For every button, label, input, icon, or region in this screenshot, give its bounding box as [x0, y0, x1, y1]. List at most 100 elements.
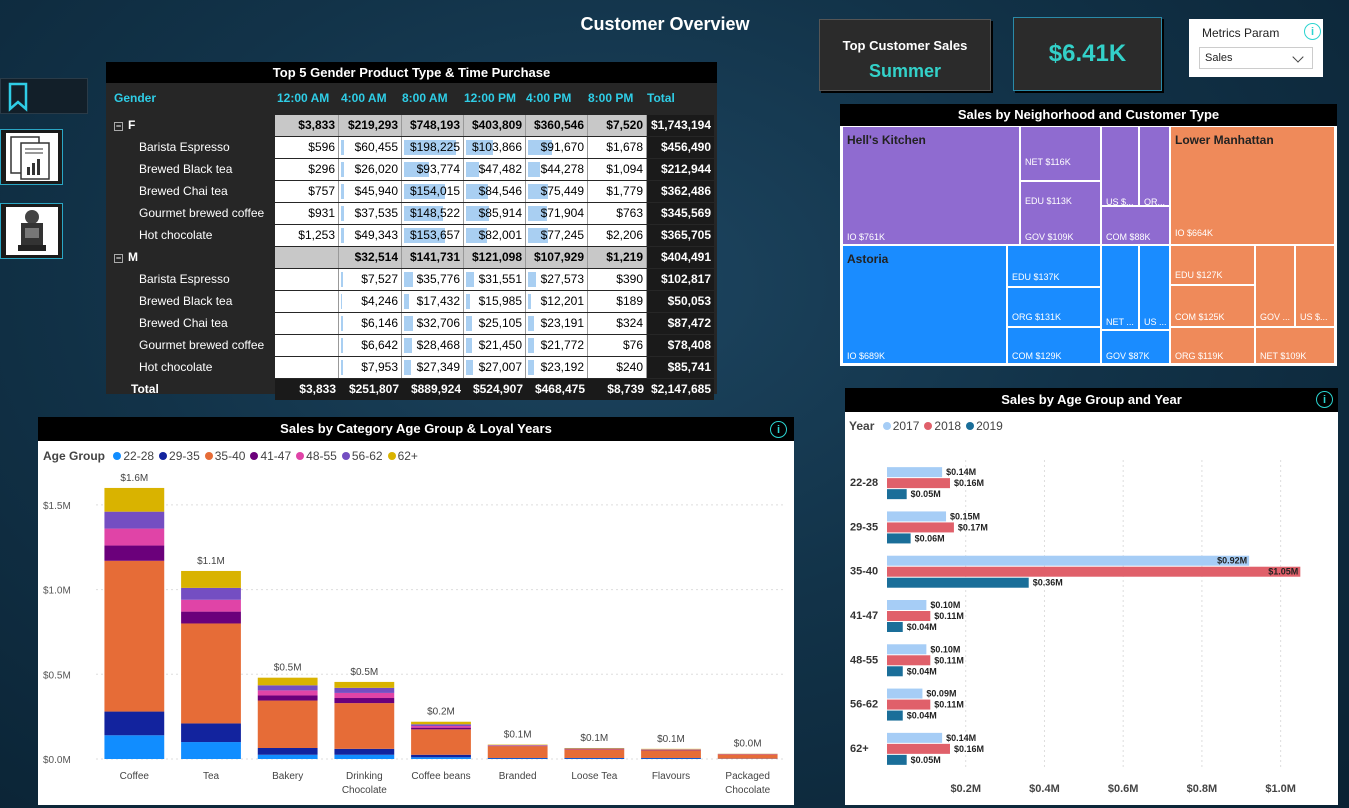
treemap: Hell's Kitchen IO $761K NET $116K EDU $1… [840, 126, 1337, 366]
bar-segment [181, 723, 241, 743]
bar [887, 666, 903, 677]
treemap-cell[interactable]: GOV ... [1255, 245, 1295, 327]
cell-value: $1,219 [606, 250, 643, 264]
cell-value: $45,940 [354, 184, 398, 198]
bookmark-button[interactable] [0, 78, 88, 114]
matrix-cell: $75,449 [526, 181, 588, 202]
cell-value: $153,657 [409, 228, 460, 242]
treemap-cell[interactable]: ORG $131K [1007, 287, 1101, 327]
y-tick-label: 35-40 [850, 566, 878, 578]
treemap-cell[interactable]: COM $129K [1007, 327, 1101, 364]
matrix-col-header[interactable]: Total [647, 91, 675, 105]
row-label-cell: Barista Espresso [139, 137, 271, 158]
bar-segment [104, 711, 165, 736]
group-label[interactable]: − M [114, 247, 271, 268]
bar [887, 533, 911, 544]
data-bar [341, 294, 342, 309]
x-tick-label: Coffee beans [411, 771, 470, 782]
bar-segment [104, 545, 165, 561]
cell-value: $17,432 [416, 294, 460, 308]
matrix-cell: $198,225 [402, 137, 464, 158]
matrix-col-header[interactable]: 8:00 AM [402, 91, 448, 105]
row-label: Brewed Chai tea [139, 184, 228, 198]
data-label: $0.04M [907, 622, 937, 632]
treemap-cell[interactable]: US ... [1139, 245, 1170, 330]
bar [887, 644, 927, 655]
data-bar [466, 316, 472, 331]
matrix-cell: $7,953 [339, 357, 402, 378]
matrix-cell: $2,147,685 [647, 379, 714, 400]
matrix-col-header[interactable]: 8:00 PM [588, 91, 633, 105]
cell-value: $71,904 [540, 206, 584, 220]
treemap-cell[interactable]: NET $116K [1020, 126, 1101, 181]
bar [887, 566, 1301, 577]
treemap-cell[interactable]: EDU $137K [1007, 245, 1101, 287]
info-icon[interactable]: i [1316, 391, 1333, 408]
cell-value: $748,193 [409, 118, 460, 132]
bar-segment [181, 570, 241, 588]
cell-value: $3,833 [299, 382, 336, 396]
treemap-area-astoria[interactable]: Astoria IO $689K [842, 245, 1007, 364]
treemap-cell[interactable]: EDU $127K [1170, 245, 1255, 285]
treemap-cell[interactable]: GOV $87K [1101, 330, 1170, 364]
matrix-cell: $390 [588, 269, 647, 290]
group-label[interactable]: − F [114, 115, 271, 136]
treemap-cell[interactable]: NET ... [1101, 245, 1139, 330]
matrix-row: Barista Espresso $7,527 $35,776 $31,551 $27,… [109, 269, 714, 290]
coffee-page-button[interactable] [0, 203, 63, 259]
bar-segment [564, 757, 625, 759]
matrix-col-header[interactable]: 12:00 AM [277, 91, 329, 105]
cell-value: $91,670 [540, 140, 584, 154]
treemap-cell[interactable]: COM $88K [1101, 206, 1170, 245]
matrix-cell: $7,527 [339, 269, 402, 290]
matrix-col-header[interactable]: 4:00 AM [341, 91, 387, 105]
collapse-toggle-icon[interactable]: − [114, 122, 123, 131]
matrix-cell: $44,278 [526, 159, 588, 180]
cell-value: $27,007 [478, 360, 522, 374]
metrics-param-dropdown[interactable]: Sales [1199, 47, 1313, 69]
data-bar [528, 360, 534, 375]
matrix-cell: $23,191 [526, 313, 588, 334]
row-label: M [128, 250, 138, 264]
treemap-cell[interactable]: US $... [1101, 126, 1139, 207]
cell-value: $27,349 [416, 360, 460, 374]
data-label: $0.36M [1033, 578, 1063, 588]
x-tick-label: Drinking Chocolate [342, 771, 387, 796]
bar-segment [104, 560, 165, 712]
treemap-cell[interactable]: COM $125K [1170, 285, 1255, 327]
treemap-cell[interactable]: ORG $119K [1170, 327, 1255, 364]
matrix-cell: $324 [588, 313, 647, 334]
x-tick-label: Branded [499, 771, 537, 782]
top-customer-label: Top Customer Sales [842, 38, 968, 53]
report-page-button[interactable] [0, 129, 63, 185]
treemap-area-lower-manhattan[interactable]: Lower Manhattan IO $664K [1170, 126, 1335, 245]
bar-segment [257, 700, 318, 748]
treemap-cell[interactable]: US $... [1295, 245, 1335, 327]
sales-amount-card: $6.41K [1013, 17, 1162, 91]
matrix-cell: $154,015 [402, 181, 464, 202]
treemap-cell[interactable]: EDU $113K GOV $109K [1020, 181, 1101, 245]
data-label: $1.05M [1268, 567, 1298, 577]
matrix-cell: $1,678 [588, 137, 647, 158]
treemap-area-hells-kitchen[interactable]: Hell's Kitchen IO $761K [842, 126, 1020, 245]
cell-value: $93,774 [416, 162, 460, 176]
info-icon[interactable]: i [1304, 23, 1321, 40]
treemap-cell[interactable]: NET $109K [1255, 327, 1335, 364]
matrix-cell [275, 269, 339, 290]
row-label-cell: Brewed Black tea [139, 291, 271, 312]
cell-value: $219,293 [347, 118, 398, 132]
bar-segment [717, 754, 778, 759]
cell-value: $32,514 [354, 250, 398, 264]
matrix-col-header[interactable]: 12:00 PM [464, 91, 516, 105]
matrix-cell: $404,491 [647, 247, 714, 268]
matrix-cell: $21,450 [464, 335, 526, 356]
cell-value: $107,929 [533, 250, 584, 264]
top-customer-card: Top Customer Sales Summer [819, 19, 991, 91]
info-icon[interactable]: i [770, 421, 787, 438]
cell-value: $390 [616, 272, 643, 286]
collapse-toggle-icon[interactable]: − [114, 254, 123, 263]
matrix-col-header[interactable]: 4:00 PM [526, 91, 571, 105]
treemap-cell[interactable]: OR... [1139, 126, 1170, 207]
matrix-row-header: Gender [114, 91, 157, 105]
bar-segment [641, 757, 701, 759]
